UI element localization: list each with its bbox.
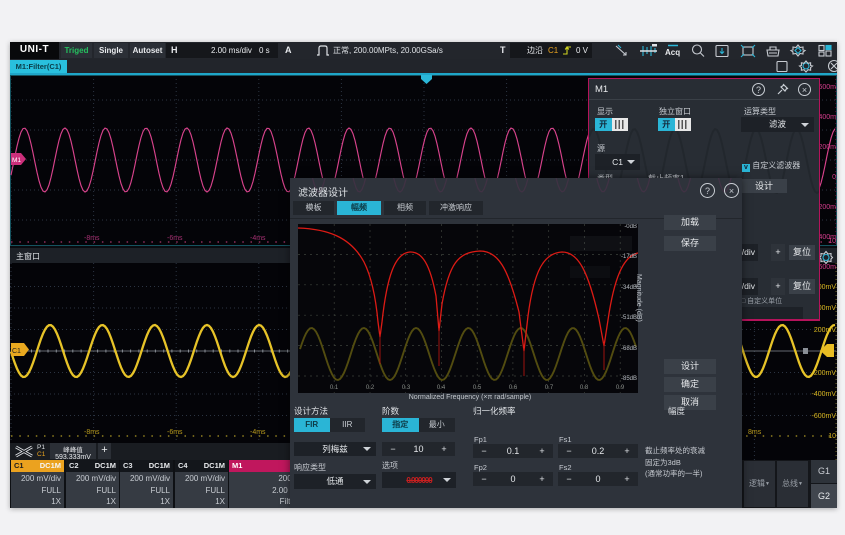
svg-text:-85dB: -85dB xyxy=(621,376,637,382)
svg-text:200m: 200m xyxy=(818,144,836,151)
svg-text:0.9: 0.9 xyxy=(616,385,625,391)
svg-text:-400mV: -400mV xyxy=(811,391,836,398)
svg-text:0.5: 0.5 xyxy=(473,385,482,391)
svg-text:0.1: 0.1 xyxy=(330,385,339,391)
svg-text:10: 10 xyxy=(828,238,836,245)
svg-text:0.6: 0.6 xyxy=(509,385,518,391)
svg-text:Acq: Acq xyxy=(665,48,680,57)
svg-text:-17dB: -17dB xyxy=(621,254,637,260)
svg-text:C1: C1 xyxy=(12,348,21,355)
svg-text:-0dB: -0dB xyxy=(624,224,637,230)
svg-text:400m: 400m xyxy=(818,114,836,121)
svg-text:0.8: 0.8 xyxy=(580,385,589,391)
svg-text:0.2: 0.2 xyxy=(366,385,375,391)
svg-text:M1: M1 xyxy=(12,157,21,164)
svg-text:600m: 600m xyxy=(818,84,836,91)
svg-text:-6ms: -6ms xyxy=(167,235,183,242)
svg-text:0: 0 xyxy=(832,174,836,181)
svg-text:-6ms: -6ms xyxy=(167,429,183,436)
svg-text:-68dB: -68dB xyxy=(621,346,637,352)
svg-text:-4ms: -4ms xyxy=(250,235,266,242)
svg-text:200mV: 200mV xyxy=(814,327,837,334)
svg-text:-8ms: -8ms xyxy=(84,235,100,242)
svg-text:-8ms: -8ms xyxy=(84,429,100,436)
svg-text:-4ms: -4ms xyxy=(250,429,266,436)
svg-text:主窗口: 主窗口 xyxy=(16,251,40,261)
svg-text:8ms: 8ms xyxy=(748,429,762,436)
svg-text:-200mV: -200mV xyxy=(811,370,836,377)
svg-text:0.3: 0.3 xyxy=(402,385,411,391)
svg-text:-600mV: -600mV xyxy=(811,413,836,420)
svg-text:0.7: 0.7 xyxy=(545,385,554,391)
svg-text:10: 10 xyxy=(828,433,836,440)
svg-text:0.4: 0.4 xyxy=(437,385,446,391)
